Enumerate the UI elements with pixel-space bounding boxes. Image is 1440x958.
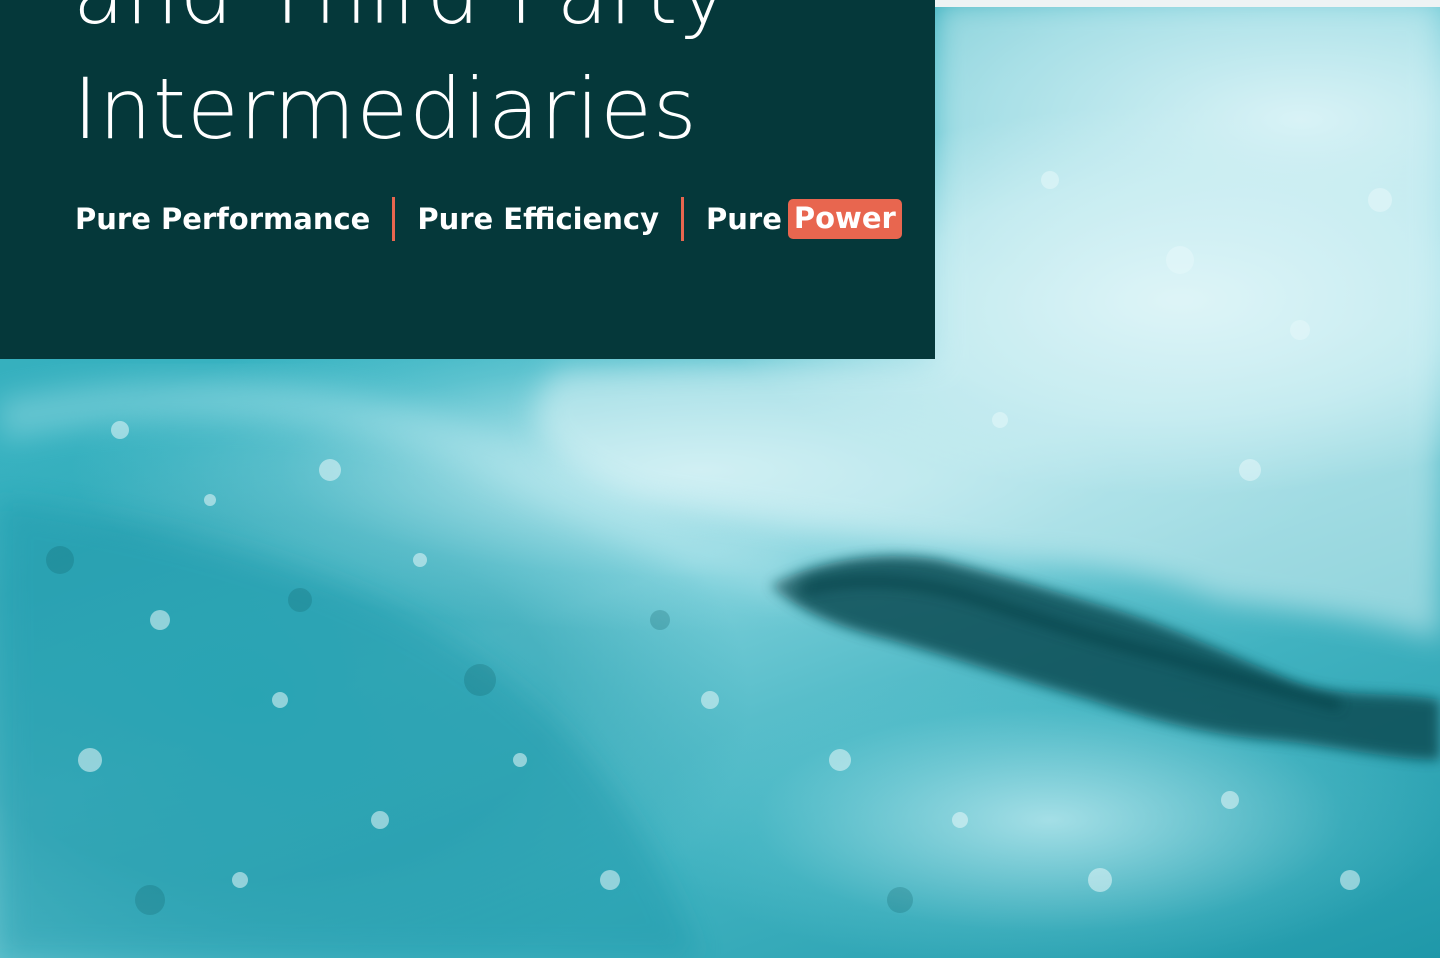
tagline: Pure Performance Pure Efficiency Pure Po… <box>75 194 902 244</box>
tagline-pure-efficiency: Pure Efficiency <box>417 202 659 236</box>
cover-page: and Third Party Intermediaries Pure Perf… <box>0 0 1440 958</box>
title-line-2: Intermediaries <box>73 60 698 158</box>
tagline-power-badge: Power <box>787 199 902 239</box>
tagline-divider <box>681 197 684 241</box>
tagline-pure-performance: Pure Performance <box>75 202 371 236</box>
title-panel: and Third Party Intermediaries Pure Perf… <box>0 0 935 359</box>
title-line-1: and Third Party <box>73 0 729 36</box>
tagline-pure-prefix: Pure <box>706 202 782 236</box>
tagline-divider <box>392 197 396 241</box>
top-edge-strip <box>935 0 1440 7</box>
